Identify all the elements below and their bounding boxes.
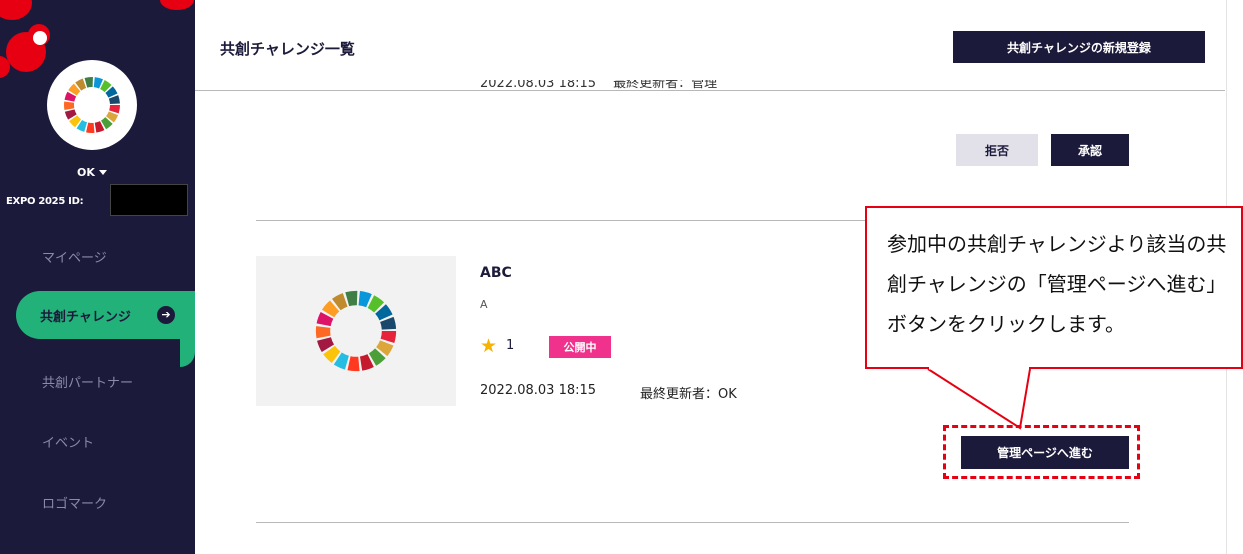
reject-button[interactable]: 拒否	[956, 134, 1038, 166]
sdgs-wheel-icon	[315, 290, 397, 372]
sidebar-item-event[interactable]: イベント	[42, 432, 94, 451]
expo-id-label: EXPO 2025 ID:	[6, 196, 84, 207]
user-name: OK	[77, 166, 95, 179]
sidebar-item-co-creation-challenge[interactable]: 共創チャレンジ ➔	[16, 291, 195, 339]
approve-button[interactable]: 承認	[1051, 134, 1129, 166]
user-menu[interactable]: OK	[77, 166, 107, 179]
card-divider	[256, 522, 1129, 523]
star-count: 1	[506, 338, 515, 353]
new-challenge-button[interactable]: 共創チャレンジの新規登録	[953, 31, 1205, 63]
previous-card-meta: 2022.08.03 18:15 最終更新者：管理	[480, 80, 717, 90]
expo-logo-icon[interactable]	[0, 0, 32, 20]
app-root: OK EXPO 2025 ID: マイページ 共創チャレンジ ➔ 共創パートナー…	[0, 0, 1243, 554]
sidebar: OK EXPO 2025 ID: マイページ 共創チャレンジ ➔ 共創パートナー…	[0, 0, 195, 554]
callout-text: 参加中の共創チャレンジより該当の共創チャレンジの「管理ページへ進む」ボタンをクリ…	[887, 232, 1227, 336]
active-tab-tail	[180, 339, 195, 367]
header-divider	[195, 90, 1225, 91]
status-badge: 公開中	[549, 336, 611, 358]
logo-blob-icon	[160, 0, 194, 10]
challenge-thumbnail[interactable]	[256, 256, 456, 406]
previous-card-meta-text: 2022.08.03 18:15 最終更新者：管理	[480, 80, 718, 90]
sidebar-item-mypage[interactable]: マイページ	[42, 247, 107, 266]
page-title: 共創チャレンジ一覧	[220, 40, 355, 58]
sdgs-wheel-icon	[64, 77, 120, 133]
challenge-subtitle: A	[480, 298, 488, 311]
sidebar-item-label: 共創チャレンジ	[40, 309, 131, 325]
logo-eye-icon	[33, 31, 47, 45]
avatar[interactable]	[47, 60, 137, 150]
chevron-down-icon	[98, 170, 107, 175]
last-updater: 最終更新者：OK	[640, 387, 737, 402]
arrow-right-icon: ➔	[157, 306, 175, 324]
sidebar-item-logo-mark[interactable]: ロゴマーク	[42, 493, 107, 512]
sidebar-item-co-creation-partner[interactable]: 共創パートナー	[42, 372, 133, 391]
manage-page-button[interactable]: 管理ページへ進む	[961, 436, 1129, 469]
updated-date: 2022.08.03 18:15	[480, 383, 597, 398]
challenge-title[interactable]: ABC	[480, 265, 512, 281]
star-icon: ★	[480, 335, 498, 357]
instruction-callout: 参加中の共創チャレンジより該当の共創チャレンジの「管理ページへ進む」ボタンをクリ…	[865, 206, 1243, 369]
expo-id-value-redacted	[110, 184, 188, 216]
